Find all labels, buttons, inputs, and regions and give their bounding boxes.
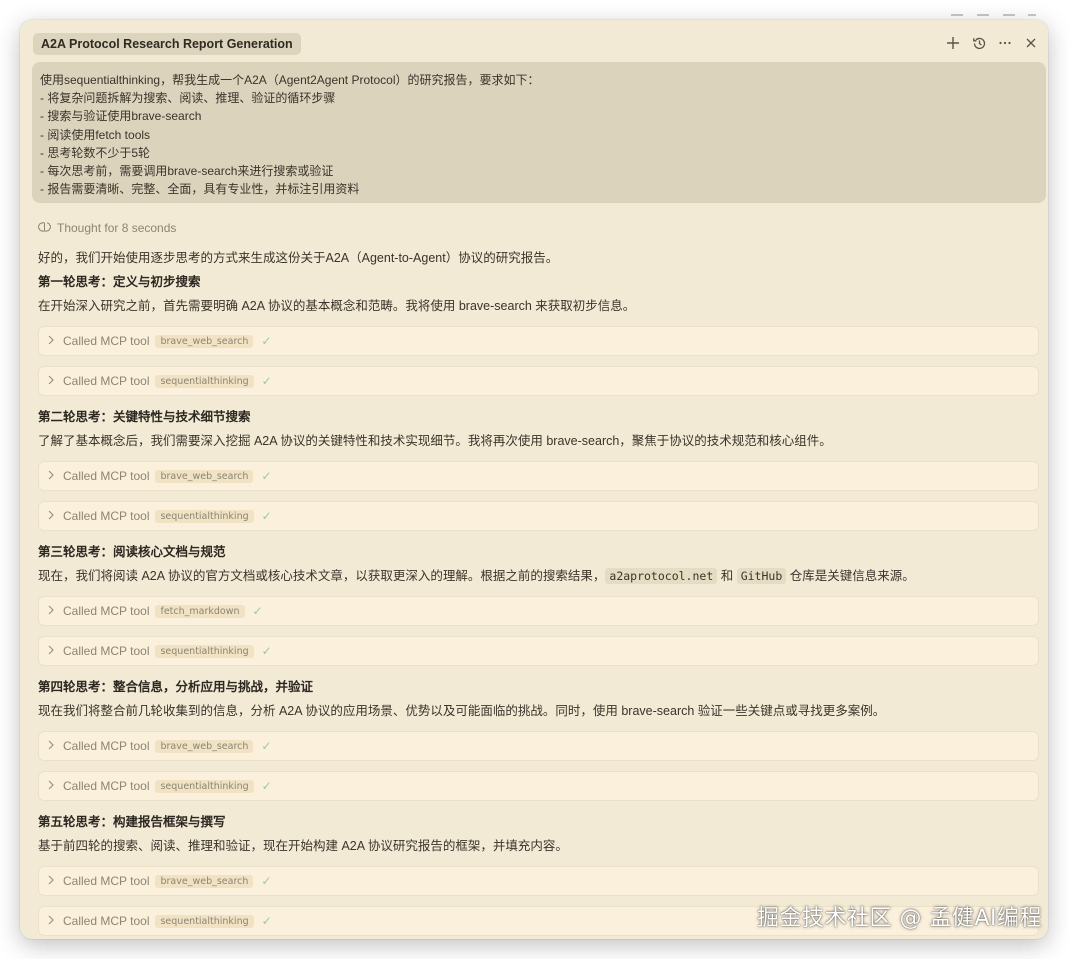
close-icon[interactable] (1022, 34, 1040, 52)
tool-call-sequentialthinking[interactable]: Called MCP tool sequentialthinking ✓ (38, 771, 1039, 801)
prompt-line: - 每次思考前，需要调用brave-search来进行搜索或验证 (40, 164, 334, 179)
tool-name-badge: sequentialthinking (155, 509, 254, 523)
tool-call-label: Called MCP tool (63, 469, 150, 483)
check-icon: ✓ (261, 509, 272, 523)
prompt-line: 使用sequentialthinking，帮我生成一个A2A（Agent2Age… (40, 73, 540, 87)
tool-call-brave-web-search[interactable]: Called MCP tool brave_web_search ✓ (38, 326, 1039, 356)
chevron-right-icon (47, 874, 57, 888)
tool-name-badge: sequentialthinking (155, 374, 254, 388)
tool-call-sequentialthinking[interactable]: Called MCP tool sequentialthinking ✓ (38, 636, 1039, 666)
tool-call-label: Called MCP tool (63, 374, 150, 388)
round-5-heading: 第五轮思考：构建报告框架与撰写 (38, 815, 226, 829)
check-icon: ✓ (261, 779, 272, 793)
round-4-heading: 第四轮思考：整合信息，分析应用与挑战，并验证 (38, 680, 314, 694)
tool-call-label: Called MCP tool (63, 509, 150, 523)
tool-call-label: Called MCP tool (63, 914, 150, 928)
tool-call-label: Called MCP tool (63, 779, 150, 793)
brain-icon (37, 221, 52, 236)
check-icon: ✓ (261, 644, 272, 658)
tool-name-badge: brave_web_search (155, 334, 254, 348)
round-1-text: 在开始深入研究之前，首先需要明确 A2A 协议的基本概念和范畴。我将使用 bra… (38, 299, 636, 313)
tool-name-badge: brave_web_search (155, 469, 254, 483)
tool-name-badge: brave_web_search (155, 874, 254, 888)
round-2-heading: 第二轮思考：关键特性与技术细节搜索 (38, 410, 251, 424)
tool-name-badge: sequentialthinking (155, 914, 254, 928)
tool-name-badge: brave_web_search (155, 739, 254, 753)
round-3-text-start: 现在，我们将阅读 A2A 协议的官方文档或核心技术文章，以获取更深入的理解。根据… (38, 569, 606, 583)
round-3-heading: 第三轮思考：阅读核心文档与规范 (38, 545, 226, 559)
chevron-right-icon (47, 374, 57, 388)
chevron-right-icon (47, 334, 57, 348)
prompt-line: - 思考轮数不少于5轮 (40, 145, 151, 160)
chevron-right-icon (47, 739, 57, 753)
round-1-heading: 第一轮思考：定义与初步搜索 (38, 275, 201, 289)
intro-text: 好的，我们开始使用逐步思考的方式来生成这份关于A2A（Agent-to-Agen… (38, 251, 559, 265)
tool-call-brave-web-search[interactable]: Called MCP tool brave_web_search ✓ (38, 731, 1039, 761)
watermark: 掘金技术社区 @ 孟健AI编程 (756, 906, 1042, 931)
tool-call-sequentialthinking[interactable]: Called MCP tool sequentialthinking ✓ (38, 501, 1039, 531)
check-icon: ✓ (261, 334, 272, 348)
thought-label: Thought for 8 seconds (57, 221, 177, 235)
tool-name-badge: sequentialthinking (155, 644, 254, 658)
round-5-text: 基于前四轮的搜索、阅读、推理和验证，现在开始构建 A2A 协议研究报告的框架，并… (38, 839, 568, 853)
history-icon[interactable] (970, 34, 988, 52)
tool-call-label: Called MCP tool (63, 604, 150, 618)
inline-code-domain: a2aprotocol.net (605, 568, 718, 584)
tool-call-fetch-markdown[interactable]: Called MCP tool fetch_markdown ✓ (38, 596, 1039, 626)
tool-call-label: Called MCP tool (63, 874, 150, 888)
check-icon: ✓ (261, 874, 272, 888)
round-2-text: 了解了基本概念后，我们需要深入挖掘 A2A 协议的关键特性和技术实现细节。我将再… (38, 434, 832, 448)
chevron-right-icon (47, 469, 57, 483)
chevron-right-icon (47, 604, 57, 618)
tool-call-label: Called MCP tool (63, 334, 150, 348)
tool-call-label: Called MCP tool (63, 739, 150, 753)
prompt-line: - 搜索与验证使用brave-search (40, 109, 202, 124)
tool-name-badge: sequentialthinking (155, 779, 254, 793)
chevron-right-icon (47, 779, 57, 793)
check-icon: ✓ (261, 739, 272, 753)
chevron-right-icon (47, 644, 57, 658)
chevron-right-icon (47, 509, 57, 523)
tool-call-brave-web-search[interactable]: Called MCP tool brave_web_search ✓ (38, 461, 1039, 491)
tool-call-label: Called MCP tool (63, 644, 150, 658)
prompt-line: - 阅读使用fetch tools (40, 127, 151, 142)
check-icon: ✓ (261, 469, 272, 483)
thought-indicator[interactable]: Thought for 8 seconds (37, 218, 177, 238)
prompt-line: - 将复杂问题拆解为搜索、阅读、推理、验证的循环步骤 (40, 91, 336, 106)
check-icon: ✓ (261, 374, 272, 388)
inline-code-github: GitHub (736, 568, 787, 584)
round-3-text-mid: 和 (717, 569, 737, 583)
title-bar: A2A Protocol Research Report Generation (20, 20, 1048, 64)
more-icon[interactable] (996, 34, 1014, 52)
check-icon: ✓ (261, 914, 272, 928)
title-bar-actions (944, 34, 1040, 52)
chevron-right-icon (47, 914, 57, 928)
tool-name-badge: fetch_markdown (155, 604, 245, 618)
conversation-tab[interactable]: A2A Protocol Research Report Generation (33, 33, 301, 55)
prompt-line: - 报告需要清晰、完整、全面，具有专业性，并标注引用资料 (40, 182, 360, 197)
plus-icon[interactable] (944, 34, 962, 52)
user-prompt: 使用sequentialthinking，帮我生成一个A2A（Agent2Age… (32, 62, 1046, 203)
chat-window: A2A Protocol Research Report Generation … (20, 20, 1048, 939)
check-icon: ✓ (252, 604, 263, 618)
round-3-text: 现在，我们将阅读 A2A 协议的官方文档或核心技术文章，以获取更深入的理解。根据… (38, 566, 915, 586)
round-4-text: 现在我们将整合前几轮收集到的信息，分析 A2A 协议的应用场景、优势以及可能面临… (38, 704, 886, 718)
tool-call-sequentialthinking[interactable]: Called MCP tool sequentialthinking ✓ (38, 366, 1039, 396)
round-3-text-end: 仓库是关键信息来源。 (786, 569, 915, 583)
tool-call-brave-web-search[interactable]: Called MCP tool brave_web_search ✓ (38, 866, 1039, 896)
